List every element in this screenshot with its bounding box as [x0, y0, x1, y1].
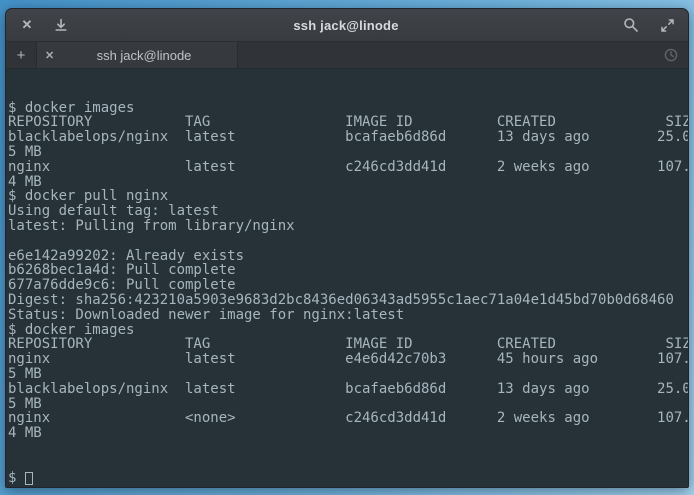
terminal-cursor [25, 472, 33, 485]
terminal-line: nginx latest c246cd3dd41d 2 weeks ago 10… [8, 160, 686, 175]
terminal-line: 5 MB [8, 145, 686, 160]
terminal-line [8, 234, 686, 249]
tab-title: ssh jack@linode [59, 48, 229, 63]
terminal-line: $ docker pull nginx [8, 189, 686, 204]
tab-close-button[interactable]: ✕ [45, 49, 59, 62]
file-transfer-button[interactable] [52, 16, 70, 34]
expand-icon [660, 18, 675, 33]
terminal-line: $ docker images [8, 101, 686, 116]
titlebar[interactable]: ✕ ssh jack@linode [6, 9, 688, 42]
terminal-line: 4 MB [8, 426, 686, 441]
terminal-line: b6268bec1a4d: Pull complete [8, 263, 686, 278]
terminal-line: REPOSITORY TAG IMAGE ID CREATED SIZE [8, 115, 686, 130]
resize-button[interactable] [658, 16, 676, 34]
history-icon [663, 47, 679, 63]
terminal-output: $ docker imagesREPOSITORY TAG IMAGE ID C… [8, 101, 686, 441]
terminal-line: blacklabelops/nginx latest bcafaeb6d86d … [8, 382, 686, 397]
terminal-line: Using default tag: latest [8, 204, 686, 219]
terminal-line: 4 MB [8, 175, 686, 190]
history-button[interactable] [654, 42, 688, 68]
terminal-line: e6e142a99202: Already exists [8, 249, 686, 264]
terminal-line: 5 MB [8, 397, 686, 412]
terminal-line: Digest: sha256:423210a5903e9683d2bc8436e… [8, 293, 686, 308]
new-tab-button[interactable]: + [6, 42, 37, 68]
terminal-line: $ docker images [8, 323, 686, 338]
terminal-line: nginx latest e4e6d42c70b3 45 hours ago 1… [8, 352, 686, 367]
prompt-line: $ [8, 471, 686, 487]
terminal-line: 677a76dde9c6: Pull complete [8, 278, 686, 293]
tabbar-spacer [238, 42, 654, 68]
terminal-line: REPOSITORY TAG IMAGE ID CREATED SIZE [8, 337, 686, 352]
tabbar: + ✕ ssh jack@linode [6, 42, 688, 69]
shell-prompt: $ [8, 471, 25, 486]
window-close-button[interactable]: ✕ [18, 16, 36, 34]
tab-ssh-session[interactable]: ✕ ssh jack@linode [37, 42, 238, 68]
titlebar-right-icons [622, 16, 676, 34]
terminal-line: nginx <none> c246cd3dd41d 2 weeks ago 10… [8, 411, 686, 426]
terminal-window: ✕ ssh jack@linode [5, 8, 689, 488]
desktop: { "window": { "title": "ssh jack@linode"… [0, 0, 694, 495]
terminal-line: Status: Downloaded newer image for nginx… [8, 308, 686, 323]
window-title: ssh jack@linode [86, 18, 606, 33]
terminal-line: blacklabelops/nginx latest bcafaeb6d86d … [8, 130, 686, 145]
terminal-line: latest: Pulling from library/nginx [8, 219, 686, 234]
terminal[interactable]: $ docker imagesREPOSITORY TAG IMAGE ID C… [6, 69, 688, 487]
search-button[interactable] [622, 16, 640, 34]
search-icon [623, 17, 639, 33]
download-icon [54, 18, 68, 32]
terminal-line: 5 MB [8, 367, 686, 382]
